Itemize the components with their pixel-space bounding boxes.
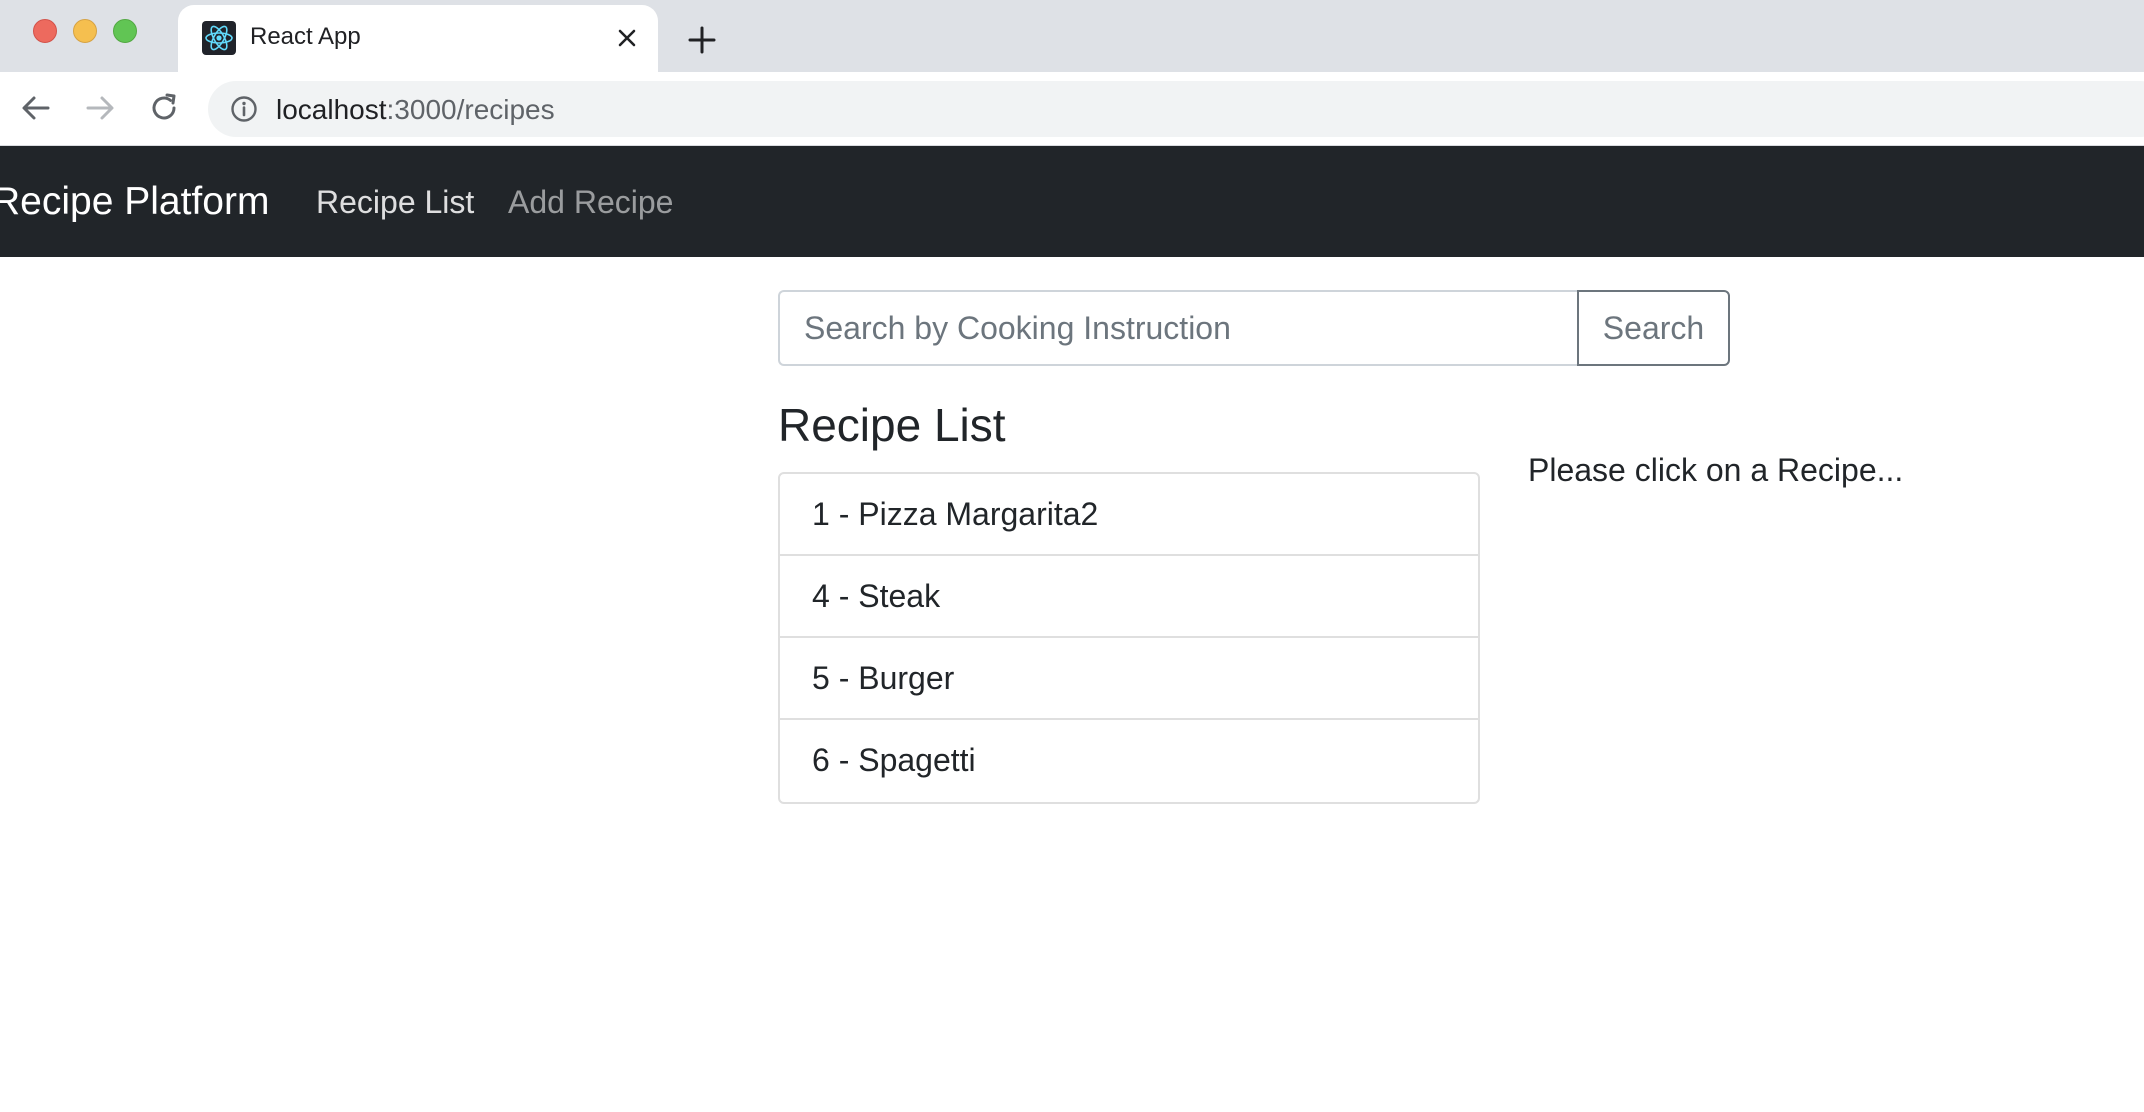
search-input[interactable] bbox=[778, 290, 1578, 366]
nav-link-add-recipe[interactable]: Add Recipe bbox=[508, 184, 673, 221]
page-title: Recipe List bbox=[778, 399, 1006, 451]
navbar-brand[interactable]: Recipe Platform bbox=[0, 180, 269, 224]
recipe-list-item[interactable]: 6 - Spagetti bbox=[780, 720, 1478, 802]
browser-window: React App localhost:3000/recipes Recipe … bbox=[0, 0, 2144, 1112]
browser-toolbar: localhost:3000/recipes bbox=[0, 72, 2144, 146]
browser-tab[interactable]: React App bbox=[178, 5, 658, 72]
react-logo-icon bbox=[202, 21, 236, 55]
url-host: localhost bbox=[276, 94, 387, 125]
new-tab-icon[interactable] bbox=[684, 22, 720, 58]
nav-link-recipe-list[interactable]: Recipe List bbox=[316, 184, 474, 221]
tab-strip: React App bbox=[0, 0, 2144, 72]
forward-arrow-icon[interactable] bbox=[82, 90, 118, 126]
site-info-icon[interactable] bbox=[230, 95, 258, 123]
recipe-list: 1 - Pizza Margarita2 4 - Steak 5 - Burge… bbox=[778, 472, 1480, 804]
tab-title: React App bbox=[250, 23, 361, 50]
search-button[interactable]: Search bbox=[1577, 290, 1730, 366]
url-path: :3000/recipes bbox=[386, 94, 555, 125]
recipe-list-item[interactable]: 1 - Pizza Margarita2 bbox=[780, 474, 1478, 556]
reload-icon[interactable] bbox=[146, 90, 182, 126]
maximize-window-button[interactable] bbox=[113, 19, 137, 43]
url-text[interactable]: localhost:3000/recipes bbox=[276, 94, 555, 126]
recipe-list-item[interactable]: 5 - Burger bbox=[780, 638, 1478, 720]
close-window-button[interactable] bbox=[33, 19, 57, 43]
app-navbar: Recipe Platform Recipe List Add Recipe bbox=[0, 146, 2144, 257]
recipe-list-item[interactable]: 4 - Steak bbox=[780, 556, 1478, 638]
close-tab-icon[interactable] bbox=[612, 23, 642, 53]
minimize-window-button[interactable] bbox=[73, 19, 97, 43]
address-bar[interactable]: localhost:3000/recipes bbox=[208, 81, 2144, 137]
back-arrow-icon[interactable] bbox=[18, 90, 54, 126]
recipe-detail-hint: Please click on a Recipe... bbox=[1528, 452, 1904, 488]
